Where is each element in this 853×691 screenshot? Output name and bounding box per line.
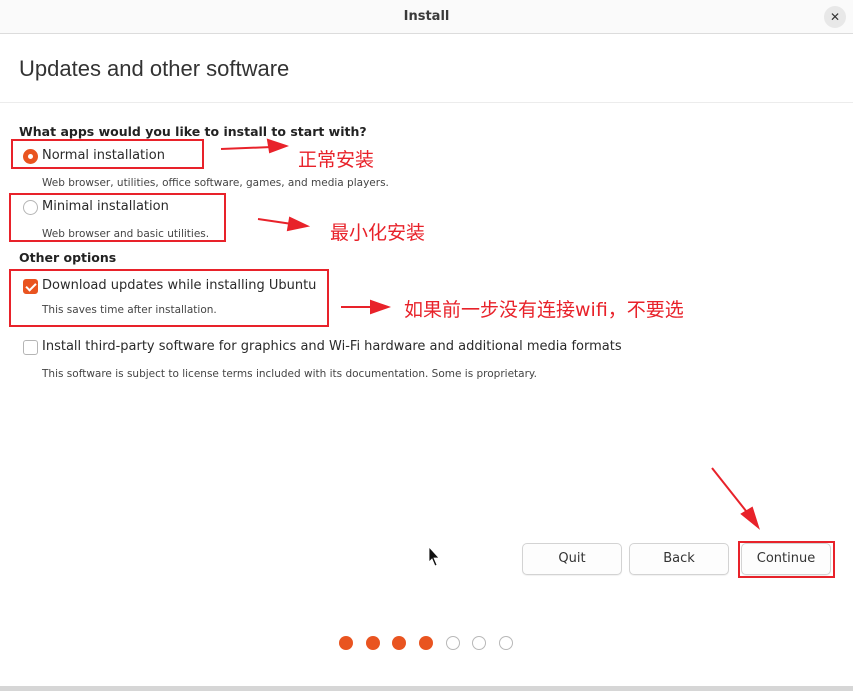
annotation-text-normal: 正常安装 — [298, 149, 375, 171]
page-title: Updates and other software — [19, 56, 290, 81]
continue-button[interactable]: Continue — [741, 543, 831, 575]
progress-dot-5 — [446, 636, 460, 650]
arrow-normal-head — [266, 138, 289, 154]
apps-section-title: What apps would you like to install to s… — [19, 124, 367, 139]
third-party-software-label[interactable]: Install third-party software for graphic… — [42, 339, 622, 354]
header-divider — [0, 102, 853, 103]
progress-dot-1 — [339, 636, 353, 650]
annotation-text-minimal: 最小化安装 — [330, 222, 426, 244]
window-title: Install — [403, 9, 450, 24]
progress-dot-6 — [472, 636, 486, 650]
progress-dot-3 — [392, 636, 406, 650]
mouse-cursor-icon — [428, 545, 440, 567]
third-party-software-checkbox[interactable] — [23, 340, 38, 355]
arrow-updates-head — [370, 299, 392, 315]
progress-dot-2 — [366, 636, 380, 650]
progress-dot-7 — [499, 636, 513, 650]
arrow-minimal-head — [286, 216, 311, 232]
window-titlebar: Install ✕ — [0, 0, 853, 34]
quit-button[interactable]: Quit — [522, 543, 622, 575]
annotation-text-updates: 如果前一步没有连接wifi，不要选 — [404, 299, 684, 321]
arrow-continue-head — [740, 506, 760, 530]
close-icon[interactable]: ✕ — [824, 6, 846, 28]
other-options-title: Other options — [19, 250, 117, 265]
arrow-continue-line — [711, 467, 751, 517]
annotation-box-minimal — [9, 193, 226, 242]
back-button[interactable]: Back — [629, 543, 729, 575]
bottom-edge — [0, 686, 853, 691]
progress-dot-4 — [419, 636, 433, 650]
annotation-box-updates — [9, 269, 329, 327]
arrow-normal-line — [220, 146, 273, 150]
normal-installation-description: Web browser, utilities, office software,… — [42, 177, 389, 189]
arrow-minimal-line — [257, 218, 293, 225]
annotation-box-normal — [11, 139, 204, 169]
third-party-software-description: This software is subject to license term… — [42, 368, 537, 380]
